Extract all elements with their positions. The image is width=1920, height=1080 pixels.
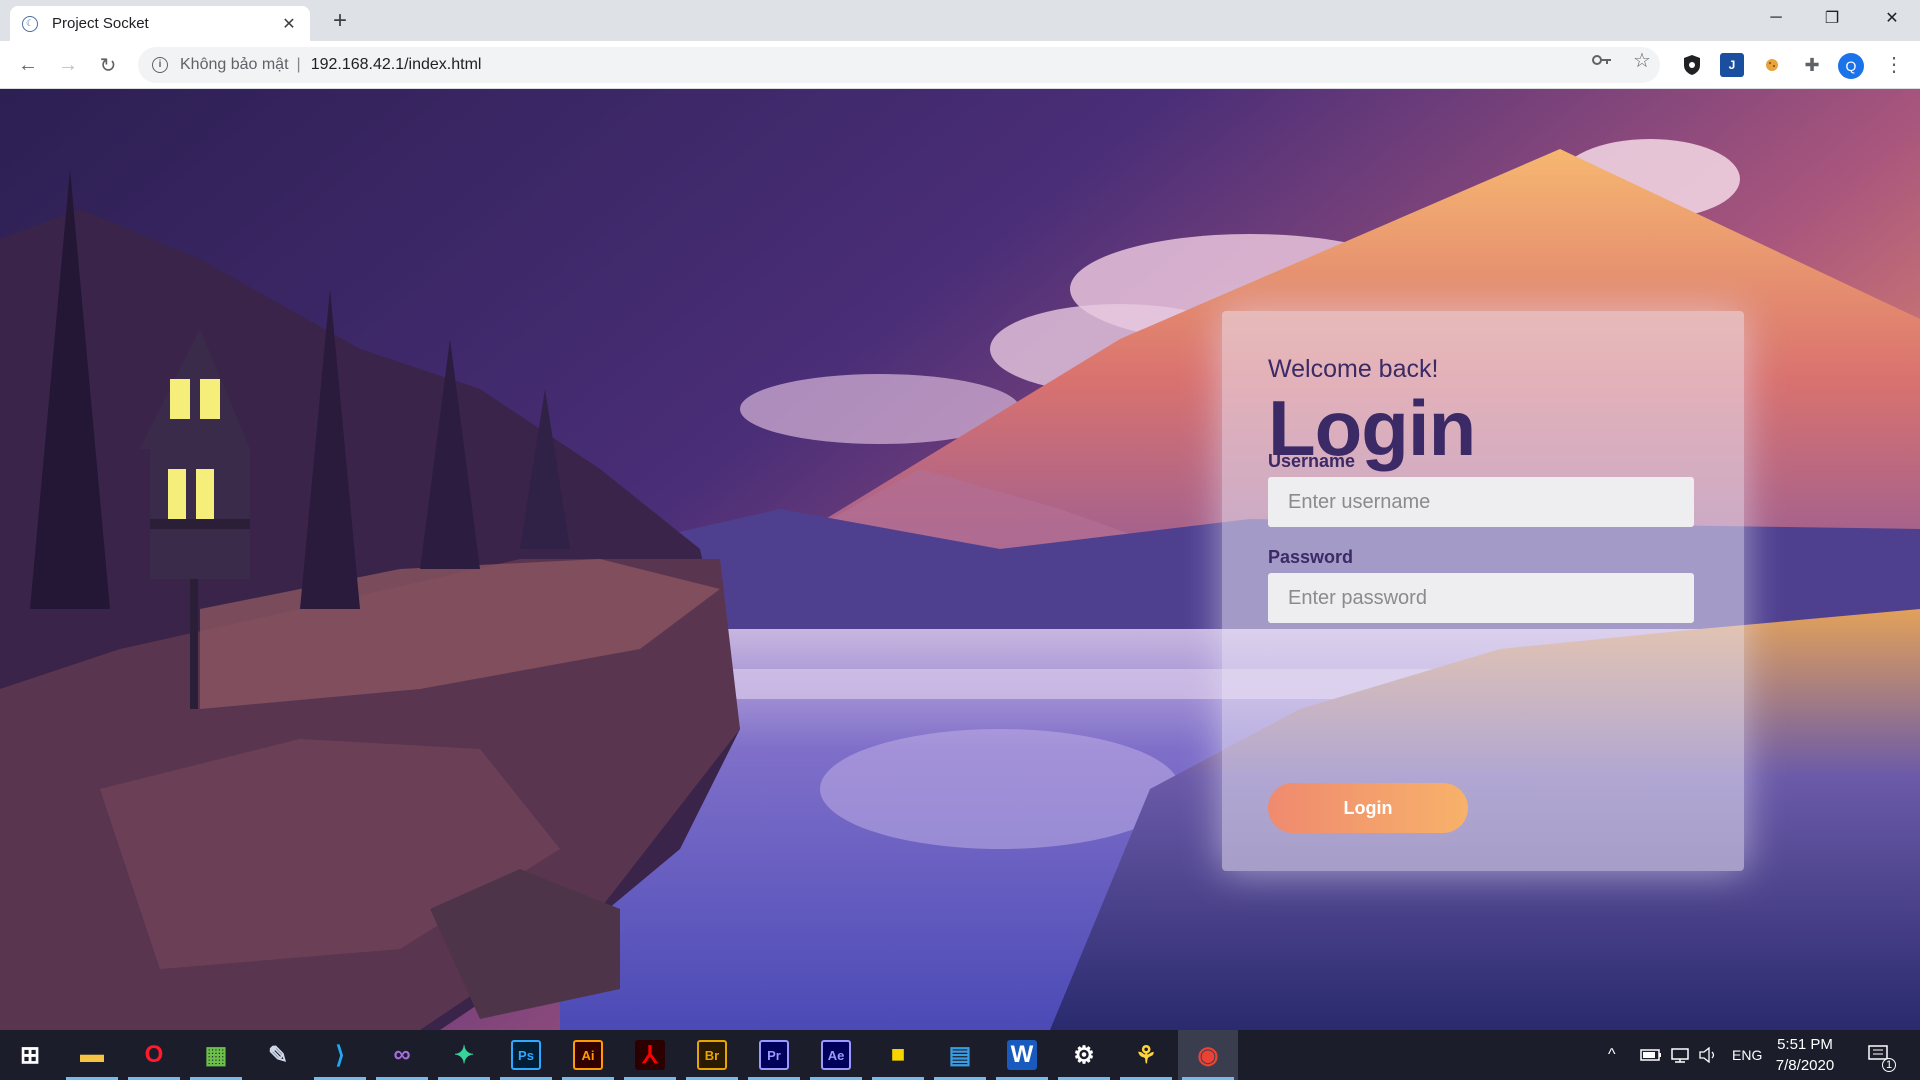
- clock-time: 5:51 PM: [1777, 1036, 1833, 1053]
- puzzle-extensions-icon[interactable]: ✚: [1800, 53, 1824, 77]
- python-icon: ⚘: [1135, 1041, 1157, 1069]
- bookmark-star-icon[interactable]: ☆: [1631, 49, 1653, 72]
- info-icon[interactable]: i: [152, 57, 168, 73]
- language-indicator[interactable]: ENG: [1732, 1030, 1762, 1080]
- taskbar-illustrator[interactable]: Ai: [558, 1030, 618, 1080]
- taskbar-outlook-contacts[interactable]: ▤: [930, 1030, 990, 1080]
- address-separator: |: [296, 56, 301, 73]
- clock-date: 7/8/2020: [1775, 1057, 1835, 1074]
- forward-button[interactable]: →: [54, 51, 82, 79]
- after-effects-icon: Ae: [821, 1040, 851, 1070]
- new-tab-button[interactable]: +: [326, 8, 354, 36]
- reload-button[interactable]: ↻: [94, 51, 122, 79]
- profile-avatar[interactable]: Q: [1838, 53, 1864, 79]
- security-label[interactable]: Không bảo mật: [180, 56, 289, 74]
- welcome-text: Welcome back!: [1268, 355, 1439, 383]
- back-button[interactable]: ←: [14, 51, 42, 79]
- battery-icon[interactable]: [1640, 1030, 1662, 1080]
- opera-icon: O: [144, 1041, 164, 1068]
- taskbar-clock[interactable]: 5:51 PM 7/8/2020: [1762, 1034, 1848, 1076]
- taskbar-visual-studio[interactable]: ∞: [372, 1030, 432, 1080]
- login-button[interactable]: Login: [1268, 783, 1468, 833]
- taskbar-gitkraken[interactable]: ✦: [434, 1030, 494, 1080]
- page-viewport: Welcome back! Login Username Password Lo…: [0, 89, 1920, 1030]
- taskbar-chrome[interactable]: ◉: [1178, 1030, 1238, 1080]
- page-favicon-icon: ☾: [22, 15, 38, 32]
- illustrator-icon: Ai: [573, 1040, 603, 1070]
- chrome-icon: ◉: [1197, 1041, 1219, 1069]
- browser-toolbar: ← → ↻ i Không bảo mật | 192.168.42.1/ind…: [0, 41, 1920, 89]
- gitkraken-icon: ✦: [453, 1041, 475, 1069]
- taskbar-sticky-notes[interactable]: ■: [868, 1030, 928, 1080]
- taskbar-bridge[interactable]: Br: [682, 1030, 742, 1080]
- password-label: Password: [1268, 547, 1354, 567]
- settings-icon: ⚙: [1073, 1041, 1095, 1069]
- notepad-icon: ✎: [267, 1041, 289, 1069]
- file-explorer-icon: ▬: [80, 1041, 104, 1068]
- taskbar-photoshop[interactable]: Ps: [496, 1030, 556, 1080]
- taskbar-file-explorer[interactable]: ▬: [62, 1030, 122, 1080]
- premiere-icon: Pr: [759, 1040, 789, 1070]
- taskbar-python[interactable]: ⚘: [1116, 1030, 1176, 1080]
- password-input[interactable]: [1268, 573, 1694, 623]
- shield-extension-icon[interactable]: [1680, 53, 1704, 77]
- url-text[interactable]: 192.168.42.1/index.html: [311, 56, 482, 74]
- tab-title: Project Socket: [52, 15, 149, 32]
- login-card: Welcome back! Login Username Password Lo…: [1222, 311, 1744, 871]
- sticky-notes-icon: ■: [890, 1041, 906, 1068]
- windows-start-icon: ⊞: [19, 1041, 41, 1069]
- outlook-contacts-icon: ▤: [948, 1041, 972, 1069]
- tray-chevron-icon[interactable]: ^: [1608, 1030, 1616, 1080]
- taskbar-acrobat[interactable]: ⅄: [620, 1030, 680, 1080]
- taskbar-vscode[interactable]: ⟩: [310, 1030, 370, 1080]
- volume-icon[interactable]: [1698, 1030, 1718, 1080]
- key-icon[interactable]: [1591, 49, 1613, 71]
- taskbar-settings[interactable]: ⚙: [1054, 1030, 1114, 1080]
- username-label: Username: [1268, 451, 1356, 471]
- taskbar-opera[interactable]: O: [124, 1030, 184, 1080]
- bridge-icon: Br: [697, 1040, 727, 1070]
- notification-center[interactable]: 1: [1868, 1030, 1896, 1080]
- taskbar-premiere[interactable]: Pr: [744, 1030, 804, 1080]
- tab-strip: ☾ Project Socket ✕ + ─ ❐ ✕: [0, 0, 1920, 41]
- network-icon[interactable]: [1670, 1030, 1690, 1080]
- chrome-menu-icon[interactable]: ⋮: [1884, 53, 1904, 79]
- close-tab-icon[interactable]: ✕: [280, 14, 298, 34]
- taskbar-notepad[interactable]: ✎: [248, 1030, 308, 1080]
- taskbar-windows-start[interactable]: ⊞: [0, 1030, 60, 1080]
- image-viewer-icon: ▦: [204, 1041, 228, 1069]
- minimize-button[interactable]: ─: [1748, 0, 1804, 36]
- j-extension-icon[interactable]: J: [1720, 53, 1744, 77]
- address-bar[interactable]: i Không bảo mật | 192.168.42.1/index.htm…: [138, 47, 1660, 83]
- taskbar-image-viewer[interactable]: ▦: [186, 1030, 246, 1080]
- cookie-extension-icon[interactable]: [1760, 53, 1784, 77]
- close-window-button[interactable]: ✕: [1864, 0, 1920, 36]
- acrobat-icon: ⅄: [635, 1040, 665, 1070]
- taskbar-word[interactable]: W: [992, 1030, 1052, 1080]
- photoshop-icon: Ps: [511, 1040, 541, 1070]
- visual-studio-icon: ∞: [393, 1041, 411, 1068]
- username-input[interactable]: [1268, 477, 1694, 527]
- maximize-button[interactable]: ❐: [1804, 0, 1860, 36]
- notification-count-badge: 1: [1882, 1058, 1896, 1072]
- taskbar-after-effects[interactable]: Ae: [806, 1030, 866, 1080]
- vscode-icon: ⟩: [335, 1041, 345, 1069]
- browser-tab[interactable]: ☾ Project Socket ✕: [10, 6, 310, 41]
- word-icon: W: [1007, 1040, 1037, 1070]
- windows-taskbar: ⊞ ▬ O ▦ ✎ ⟩ ∞ ✦ Ps Ai ⅄ Br Pr Ae ■ ▤ W ⚙ ⚘ ◉ ^ ENG 5:51 PM …: [0, 1030, 1920, 1080]
